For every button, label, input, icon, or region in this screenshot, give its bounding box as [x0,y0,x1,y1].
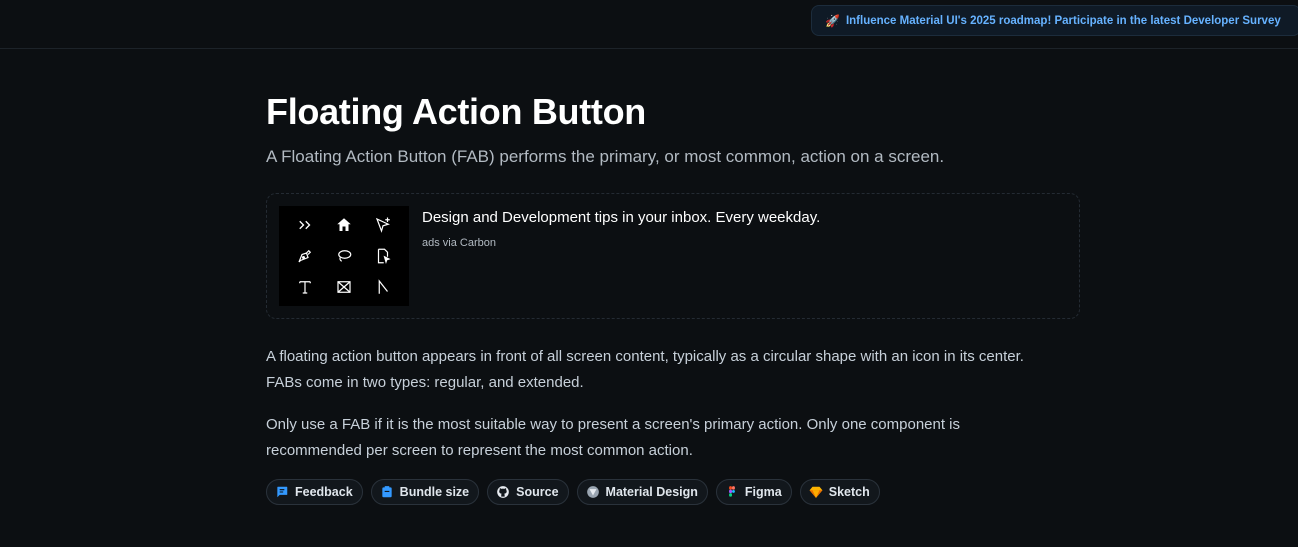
carbon-ad: Design and Development tips in your inbo… [266,193,1080,319]
main-content: Floating Action Button A Floating Action… [266,90,1081,505]
page-title: Floating Action Button [266,91,646,132]
pen-tool-icon [298,249,311,263]
description-paragraph-1: A floating action button appears in fron… [266,348,1024,391]
chip-label: Figma [744,485,782,499]
ads-via-carbon-link[interactable]: ads via Carbon [422,237,496,249]
bundle-size-chip[interactable]: Bundle size [370,479,480,505]
cursor-plus-icon [376,217,391,234]
figma-icon [729,486,735,497]
text-icon [298,280,311,294]
chip-label: Sketch [828,485,870,499]
github-icon [497,486,509,498]
sketch-icon [809,486,823,498]
feedback-chip[interactable]: Feedback [266,479,363,505]
description-paragraph-2: Only use a FAB if it is the most suitabl… [266,416,961,459]
chip-label: Source [516,485,559,499]
top-bar: 🚀 Influence Material UI's 2025 roadmap! … [0,0,1298,49]
frame-icon [337,280,351,293]
resource-chips: Feedback Bundle size Source Material Des… [266,479,1081,505]
source-chip[interactable]: Source [487,479,569,505]
home-icon [337,218,351,232]
chip-label: Material Design [605,485,698,499]
banner-text: Influence Material UI's 2025 roadmap! Pa… [845,14,1281,27]
rocket-icon: 🚀 [825,13,840,28]
chip-label: Feedback [295,485,353,499]
material-design-chip[interactable]: Material Design [576,479,708,505]
file-cursor-icon [378,248,391,265]
material-design-icon [586,486,599,498]
slice-icon [378,278,389,294]
feedback-icon [277,486,288,498]
ad-image[interactable] [279,206,409,306]
ad-text-link[interactable]: Design and Development tips in your inbo… [422,209,820,226]
survey-banner-link[interactable]: 🚀 Influence Material UI's 2025 roadmap! … [811,5,1298,36]
figma-chip[interactable]: Figma [715,479,792,505]
chip-label: Bundle size [399,485,470,499]
chevrons-icon [298,221,311,230]
lasso-icon [338,250,352,262]
page-subtitle: A Floating Action Button (FAB) performs … [266,147,945,166]
sketch-chip[interactable]: Sketch [799,479,880,505]
bundle-icon [382,486,392,498]
